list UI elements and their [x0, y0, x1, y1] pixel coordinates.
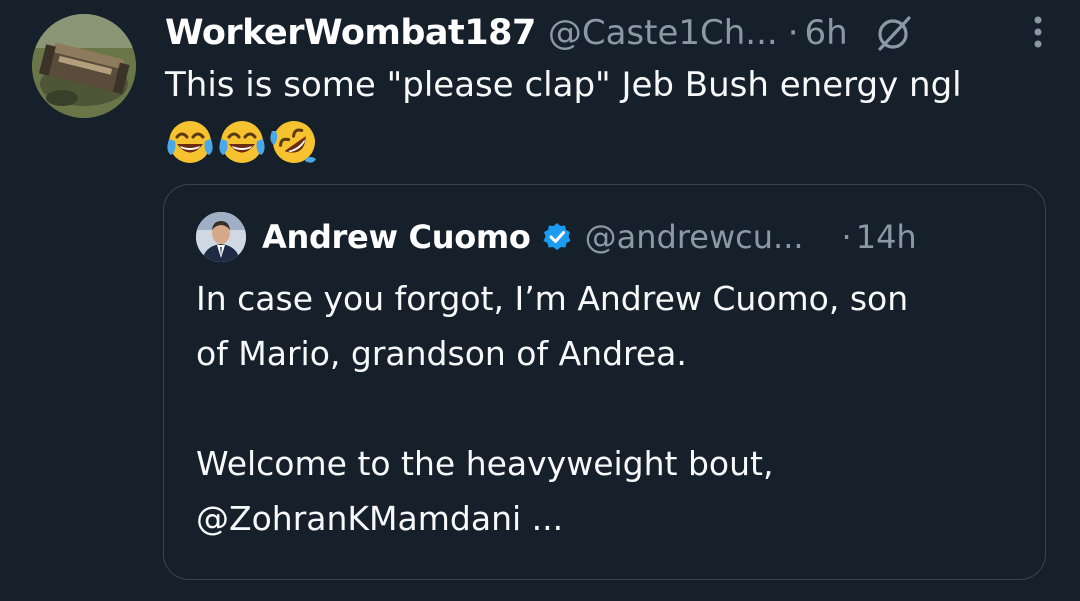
rolling-on-the-floor-laughing-icon [269, 117, 319, 167]
quoted-author-handle[interactable]: @andrewcu... [585, 218, 804, 256]
grok-icon[interactable] [874, 13, 914, 53]
separator-dot: · [841, 218, 852, 256]
quoted-author-avatar[interactable] [196, 212, 246, 262]
quoted-text-line: of Mario, grandson of Andrea. [196, 334, 687, 373]
verified-badge-icon [541, 221, 573, 253]
quoted-text-line: @ZohranKMamdani ... [196, 499, 564, 538]
quoted-text-line: Welcome to the heavyweight bout, [196, 444, 774, 483]
quoted-tweet-timestamp[interactable]: 14h [856, 218, 917, 256]
more-options-icon[interactable] [1028, 10, 1048, 54]
quoted-author-display-name[interactable]: Andrew Cuomo [262, 218, 531, 256]
quoted-tweet-card[interactable]: Andrew Cuomo @andrewcu... · 14h In case … [163, 184, 1046, 580]
tweet-text: This is some "please clap" Jeb Bush ener… [165, 65, 962, 105]
face-with-tears-of-joy-icon [165, 117, 215, 167]
quoted-tweet-text: In case you forgot, I’m Andrew Cuomo, so… [196, 271, 1026, 546]
separator-dot: · [787, 13, 799, 53]
tweet-header: WorkerWombat187 @Caste1Ch... · 6h [165, 8, 1060, 58]
author-handle[interactable]: @Caste1Ch... [548, 13, 778, 53]
quoted-text-line: In case you forgot, I’m Andrew Cuomo, so… [196, 279, 909, 318]
face-with-tears-of-joy-icon [217, 117, 267, 167]
avatar-image [32, 14, 136, 118]
quoted-avatar-image [196, 212, 246, 262]
author-avatar[interactable] [32, 14, 136, 118]
tweet-timestamp[interactable]: 6h [805, 13, 848, 53]
tweet-emoji-row [165, 117, 319, 167]
quoted-tweet-header: Andrew Cuomo @andrewcu... · 14h [196, 211, 1017, 263]
author-display-name[interactable]: WorkerWombat187 [165, 13, 536, 53]
